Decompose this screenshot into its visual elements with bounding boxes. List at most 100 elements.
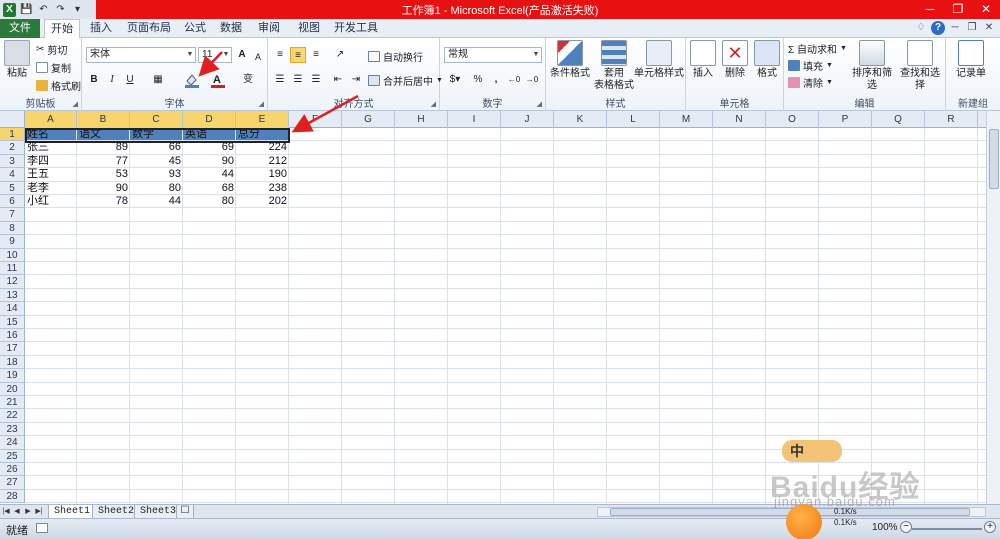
find-select-button[interactable]: 查找和选择 [896,40,944,92]
table-cell-score[interactable]: 78 [77,195,130,208]
decrease-indent-icon[interactable]: ⇤ [330,72,346,88]
sheet-tab-1[interactable]: Sheet1 [48,505,97,519]
tab-view[interactable]: 视图 [292,19,326,38]
table-cell-score[interactable]: 90 [77,182,130,195]
row-header[interactable]: 12 [0,275,25,289]
table-cell-score[interactable]: 93 [130,168,183,181]
row-header[interactable]: 4 [0,168,25,182]
underline-button[interactable]: U [122,72,138,88]
dialog-launcher-icon[interactable]: ◢ [73,100,78,108]
doc-restore-button[interactable]: ❐ [965,21,979,35]
increase-decimal-icon[interactable]: ←0 [506,72,522,88]
table-cell-score[interactable]: 69 [183,141,236,154]
zoom-level[interactable]: 100% [872,522,898,533]
cut-button[interactable]: ✂ 剪切 [36,42,67,57]
row-header[interactable]: 8 [0,221,25,236]
column-header-d[interactable]: D [183,111,236,128]
table-cell-name[interactable]: 王五 [25,168,77,181]
row-header[interactable]: 19 [0,369,25,383]
row-header[interactable]: 27 [0,476,25,490]
italic-button[interactable]: I [104,72,120,88]
format-as-table-button[interactable]: 套用 表格格式 [594,40,634,92]
zoom-in-button[interactable]: + [984,521,996,533]
row-header[interactable]: 9 [0,235,25,249]
comma-button[interactable]: , [488,72,504,88]
table-cell-score[interactable]: 44 [183,168,236,181]
select-all-corner[interactable] [0,111,25,128]
horizontal-scrollbar[interactable] [597,507,986,517]
tab-file[interactable]: 文件 [0,19,40,38]
doc-close-button[interactable]: ✕ [982,21,996,35]
column-header-p[interactable]: P [819,111,872,128]
worksheet-grid[interactable]: 1 2 3 4 5 6 7 8 9 10 11 12 13 14 15 16 17 18 19 20 21 22 23 24 2… [0,128,986,504]
tab-home[interactable]: 开始 [44,19,80,39]
table-cell-score[interactable]: 224 [236,141,289,154]
table-cell-name[interactable]: 小红 [25,195,77,208]
table-cell-score[interactable]: 53 [77,168,130,181]
decrease-decimal-icon[interactable]: →0 [524,72,540,88]
grow-font-button[interactable]: A [234,47,250,63]
minimize-button[interactable]: ─ [916,0,944,19]
column-header-e[interactable]: E [236,111,289,128]
row-header[interactable]: 6 [0,195,25,209]
bold-button[interactable]: B [86,72,102,88]
column-header-l[interactable]: L [607,111,660,128]
table-cell-score[interactable]: 190 [236,168,289,181]
clear-button[interactable]: 清除 ▼ [788,75,833,90]
cell-styles-button[interactable]: 单元格样式 [634,40,684,80]
font-color-icon[interactable]: A [210,72,226,88]
horizontal-scroll-thumb[interactable] [610,508,970,516]
borders-icon[interactable]: ▦ [150,72,166,88]
dialog-launcher-icon[interactable]: ◢ [537,100,542,108]
align-right-icon[interactable]: ☰ [308,72,324,88]
fill-color-icon[interactable] [184,72,200,88]
macro-record-icon[interactable] [36,523,48,533]
wrap-text-button[interactable]: 自动换行 [368,49,423,64]
number-format-combo[interactable]: 常规 ▼ [444,47,542,63]
phonetic-guide-button[interactable]: 变 [240,72,256,88]
row-header[interactable]: 10 [0,248,25,262]
tab-developer[interactable]: 开发工具 [334,19,378,38]
paste-button[interactable]: 粘贴 [2,40,32,80]
column-header-o[interactable]: O [766,111,819,128]
new-sheet-icon[interactable]: ☐ [176,505,194,519]
first-sheet-icon[interactable]: |◀ [2,505,10,519]
currency-icon[interactable]: $▾ [444,72,466,88]
table-cell-score[interactable]: 45 [130,155,183,168]
format-cells-button[interactable]: 格式 [752,40,782,80]
column-header-i[interactable]: I [448,111,501,128]
row-header[interactable]: 15 [0,315,25,329]
table-cell-score[interactable]: 66 [130,141,183,154]
column-header-q[interactable]: Q [872,111,925,128]
next-sheet-icon[interactable]: ▶ [24,505,32,519]
merge-center-button[interactable]: 合并后居中 ▼ [368,73,443,88]
table-cell-score[interactable]: 212 [236,155,289,168]
tab-insert[interactable]: 插入 [84,19,118,38]
record-form-button[interactable]: 记录单 [950,40,992,80]
row-header[interactable]: 5 [0,181,25,195]
tab-review[interactable]: 审阅 [254,19,284,38]
conditional-format-button[interactable]: 条件格式 [548,40,592,80]
sheet-tab-2[interactable]: Sheet2 [92,505,141,519]
column-header-n[interactable]: N [713,111,766,128]
row-header[interactable]: 24 [0,436,25,450]
row-header[interactable]: 7 [0,208,25,222]
insert-cells-button[interactable]: 插入 [688,40,718,80]
dialog-launcher-icon[interactable]: ◢ [431,100,436,108]
font-name-combo[interactable]: 宋体 ▼ [86,47,196,63]
prev-sheet-icon[interactable]: ◀ [13,505,21,519]
table-cell-name[interactable]: 张三 [25,141,77,154]
table-cell-score[interactable]: 89 [77,141,130,154]
vertical-scroll-thumb[interactable] [989,129,999,189]
row-header[interactable]: 1 [0,128,25,142]
row-header[interactable]: 20 [0,382,25,396]
vertical-scrollbar[interactable] [986,111,1000,504]
increase-indent-icon[interactable]: ⇥ [348,72,364,88]
delete-cells-button[interactable]: ✕ 删除 [720,40,750,80]
column-header-g[interactable]: G [342,111,395,128]
table-cell-score[interactable]: 68 [183,182,236,195]
align-top-icon[interactable]: ≡ [272,47,288,63]
align-left-icon[interactable]: ☰ [272,72,288,88]
align-center-icon[interactable]: ☰ [290,72,306,88]
format-painter-button[interactable]: 格式刷 [36,78,81,93]
